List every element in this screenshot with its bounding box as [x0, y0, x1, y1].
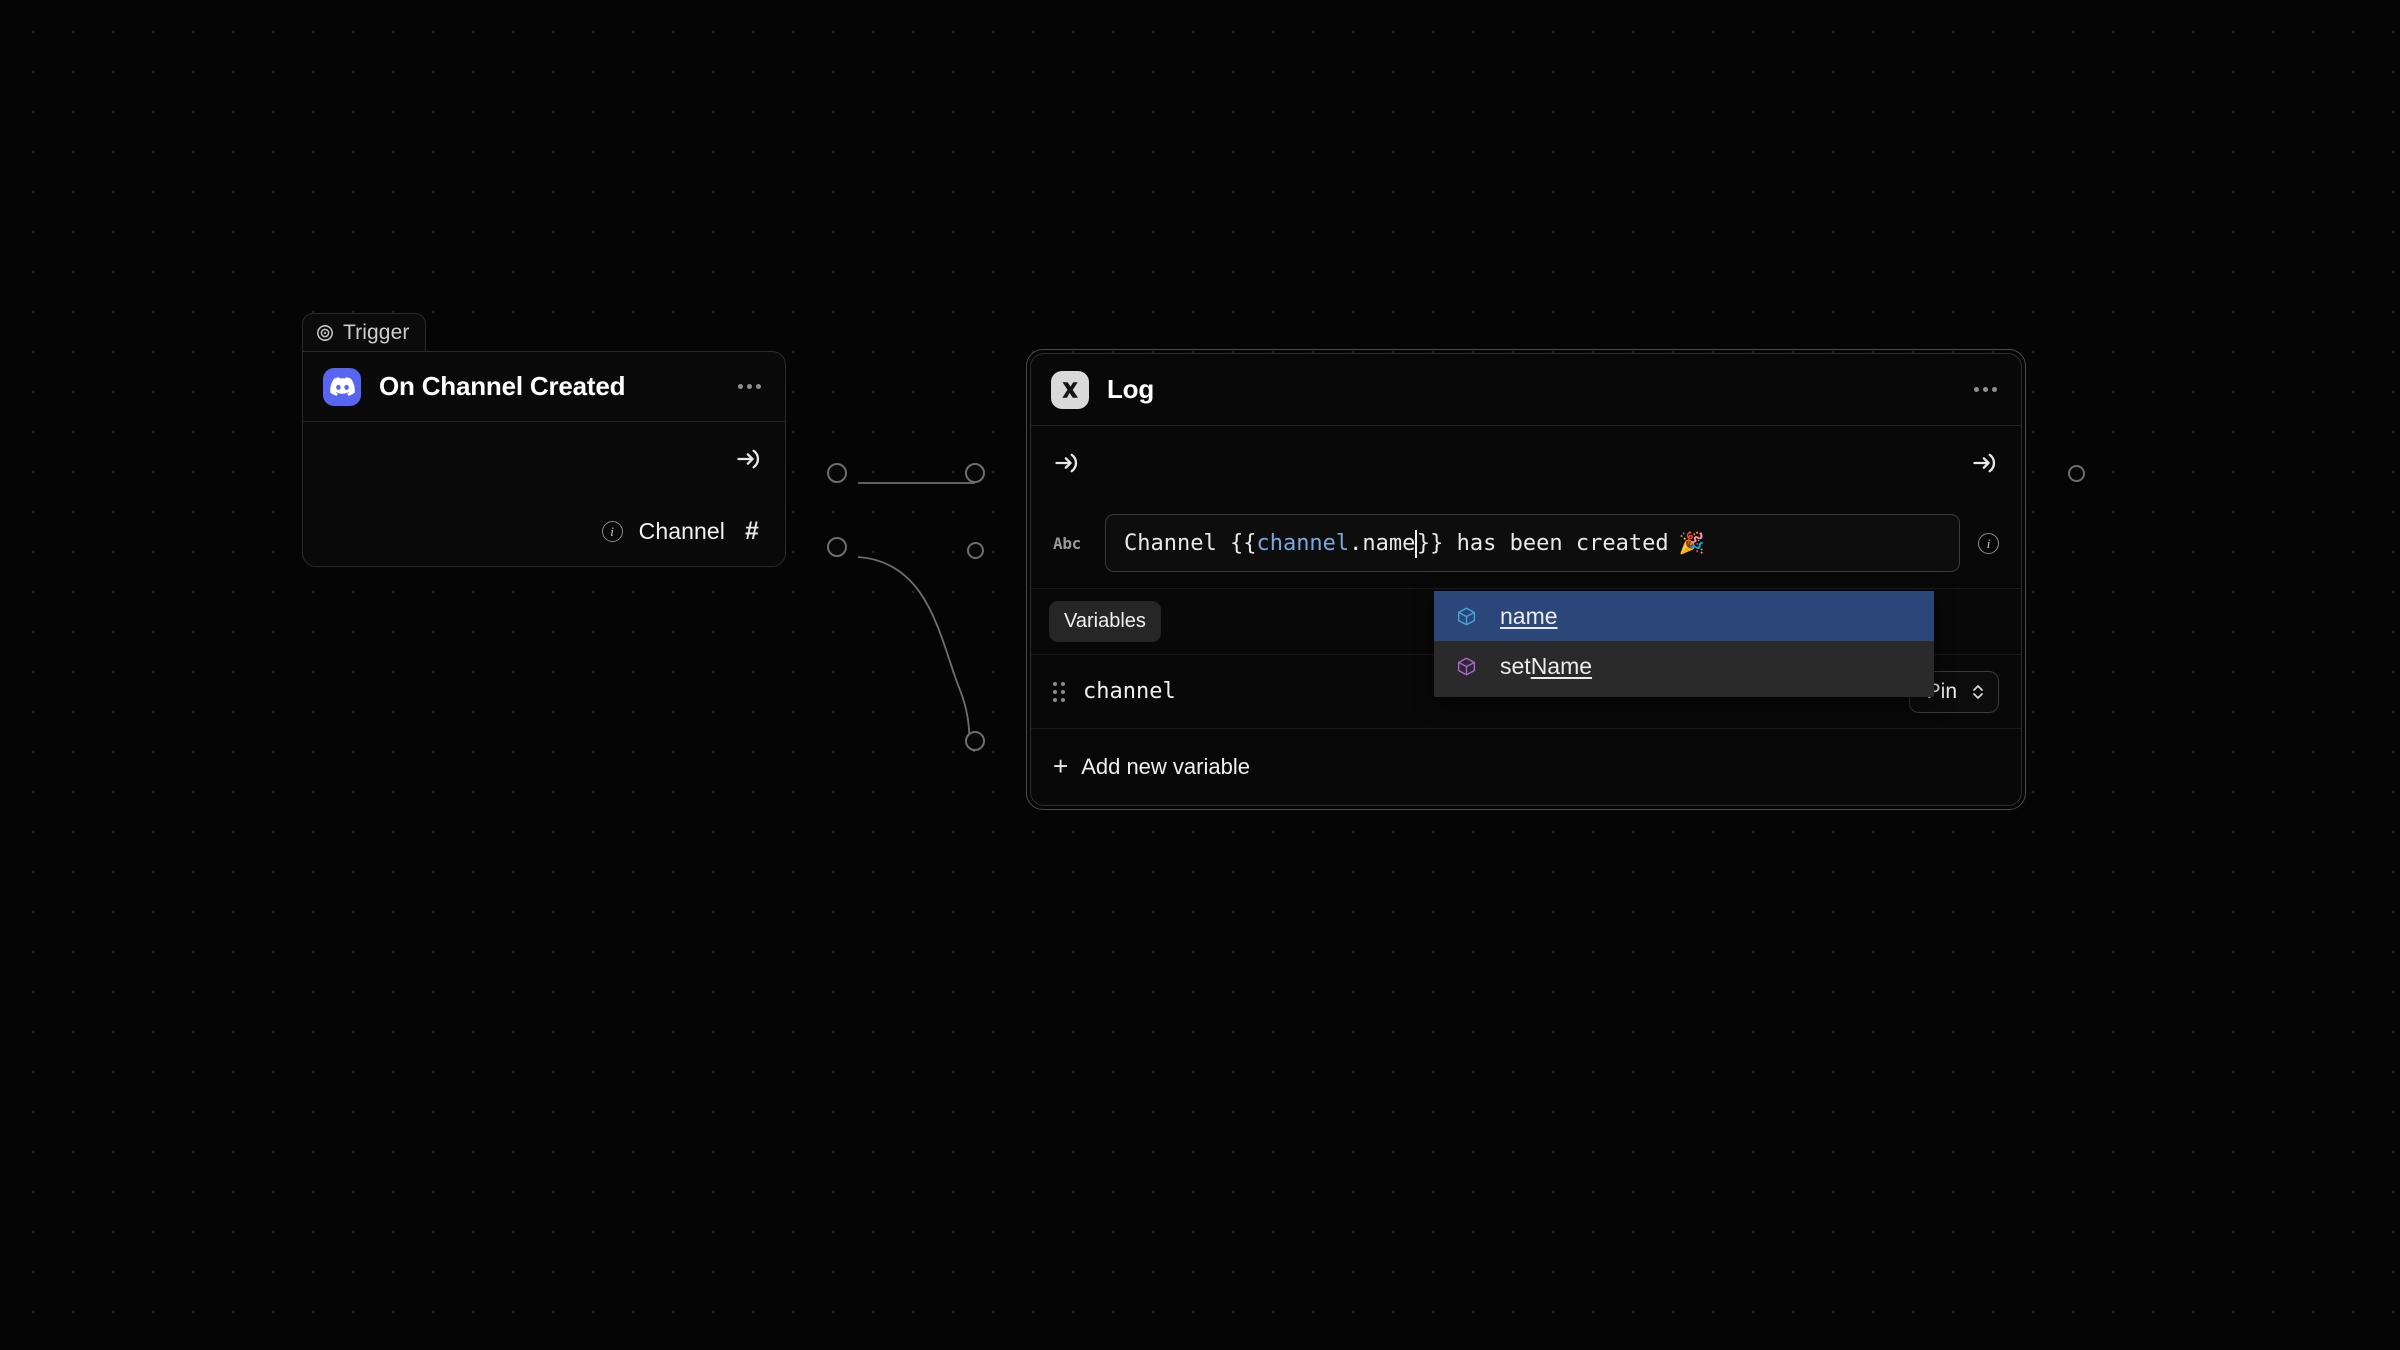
channel-type-glyph: #: [745, 516, 759, 545]
log-node-selection-ring: Log Abc Channel {{channel .name}} has …: [1026, 349, 2026, 810]
trigger-channel-label: Channel: [638, 517, 725, 544]
flow-output-icon: [735, 445, 763, 473]
log-node[interactable]: Log Abc Channel {{channel .name}} has …: [1030, 353, 2022, 806]
message-token-variable: channel: [1256, 530, 1350, 556]
autocomplete-dropdown[interactable]: name setName: [1434, 591, 1934, 697]
autocomplete-item-match: name: [1500, 602, 1558, 629]
discord-icon: [323, 367, 361, 406]
cube-icon: [1456, 656, 1478, 677]
trigger-channel-out-port[interactable]: [827, 537, 847, 557]
trigger-node-more-options-icon[interactable]: [736, 378, 763, 395]
party-popper-emoji: 🎉: [1678, 530, 1705, 555]
autocomplete-item-prefix: set: [1500, 652, 1531, 679]
log-message-in-port[interactable]: [967, 542, 984, 559]
autocomplete-item-name[interactable]: name: [1434, 591, 1934, 641]
plus-icon: +: [1053, 751, 1069, 781]
trigger-node-body: i Channel #: [303, 422, 785, 566]
log-node-more-options-icon[interactable]: [1972, 381, 1999, 398]
log-flow-in-port[interactable]: [965, 463, 985, 483]
info-icon[interactable]: i: [601, 520, 623, 542]
flow-input-icon: [1053, 449, 1081, 477]
text-caret: [1415, 530, 1417, 558]
message-info-icon[interactable]: i: [1978, 532, 1999, 554]
log-node-title: Log: [1107, 374, 1155, 404]
log-flow-out-port[interactable]: [2068, 465, 2085, 482]
trigger-node-header: On Channel Created: [303, 352, 785, 422]
log-flow-row: [1031, 426, 2021, 500]
target-icon: [316, 324, 334, 342]
cube-icon: [1456, 606, 1478, 627]
drag-handle-icon[interactable]: [1053, 681, 1065, 702]
autocomplete-item-match: Name: [1530, 652, 1593, 679]
log-message-row: Abc Channel {{ channel .name }} has been …: [1031, 500, 2021, 589]
tab-variables[interactable]: Variables: [1049, 601, 1161, 642]
trigger-flow-output-row: [303, 422, 785, 496]
autocomplete-item-label: setName: [1500, 653, 1592, 680]
autocomplete-item-setname[interactable]: setName: [1434, 641, 1934, 691]
message-token-prefix: Channel {{: [1124, 530, 1257, 556]
log-icon: [1051, 370, 1089, 409]
autocomplete-item-label: name: [1500, 603, 1558, 630]
message-token-property: .name: [1349, 530, 1416, 556]
abc-type-icon: Abc: [1053, 533, 1081, 553]
trigger-node-title: On Channel Created: [379, 371, 626, 401]
add-new-variable-label: Add new variable: [1081, 754, 1250, 779]
log-variable-in-port[interactable]: [965, 731, 985, 751]
workflow-canvas[interactable]: Trigger On Channel Created i Channel # L…: [0, 0, 2400, 1350]
log-node-header: Log: [1031, 354, 2021, 426]
trigger-flow-out-port[interactable]: [827, 463, 847, 483]
chevron-up-down-icon: [1971, 682, 1985, 702]
message-token-suffix: }} has been created: [1416, 530, 1669, 556]
trigger-badge[interactable]: Trigger: [302, 313, 427, 351]
trigger-channel-field-row[interactable]: i Channel #: [303, 496, 785, 566]
trigger-badge-label: Trigger: [343, 320, 410, 344]
message-input[interactable]: Channel {{ channel .name }} has been crea…: [1105, 514, 1960, 572]
trigger-node-group[interactable]: Trigger On Channel Created i Channel #: [302, 313, 786, 567]
edge-channel-to-variable: [857, 556, 976, 752]
trigger-node[interactable]: On Channel Created i Channel #: [302, 351, 786, 567]
add-new-variable-button[interactable]: + Add new variable: [1031, 729, 2021, 805]
flow-output-icon: [1971, 449, 1999, 477]
